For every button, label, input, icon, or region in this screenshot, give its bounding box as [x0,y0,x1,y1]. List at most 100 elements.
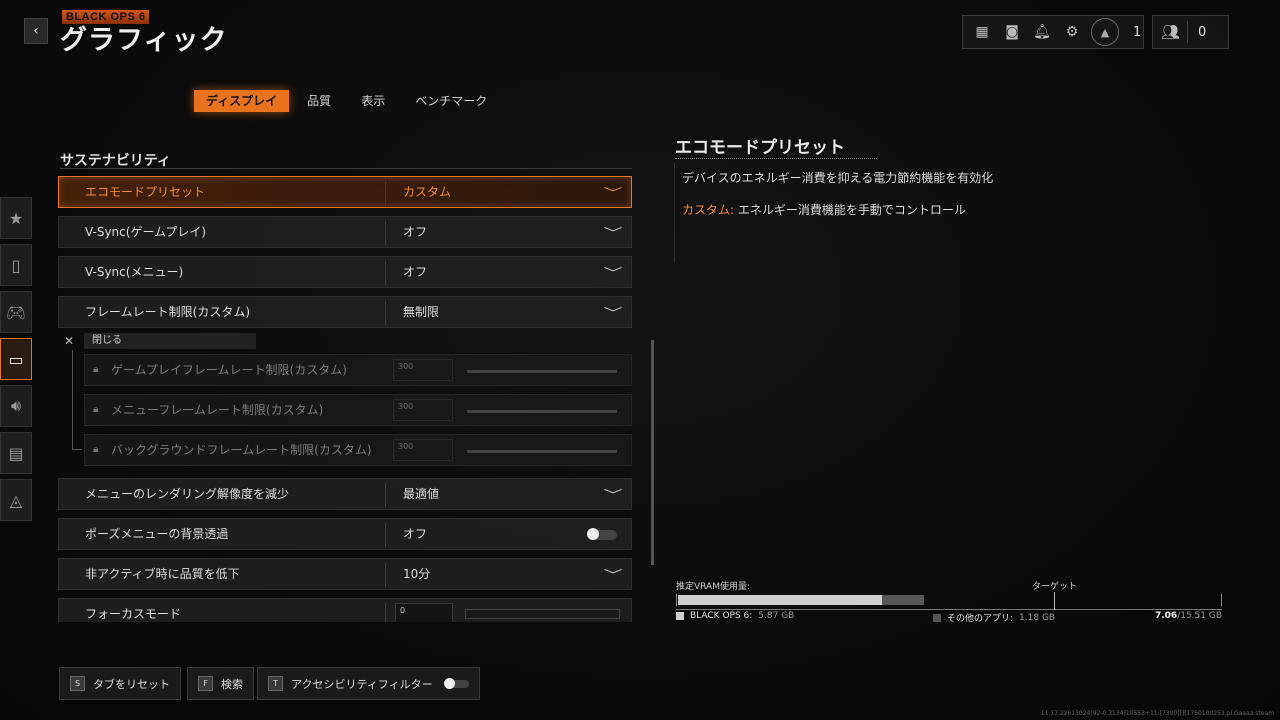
setting-label: フレームレート制限(カスタム) [85,305,251,319]
reset-tab-button[interactable]: S タブをリセット [59,667,181,700]
chevron-down-icon: ﹀ [603,226,623,240]
vram-fill-game [678,595,882,605]
setting-value: 10分 [403,567,431,581]
button-label: 検索 [221,677,243,691]
back-button[interactable]: ‹ [24,18,48,44]
fps-slider [467,450,617,453]
friends-button[interactable]: 👥︎ 0 [1152,15,1229,49]
subsetting-background-fps: 🔒︎ バックグラウンドフレームレート制限(カスタム) 300 [84,434,632,466]
fps-value: 300 [393,439,453,461]
rank-icon[interactable]: ▲ [1091,18,1119,46]
tab-display[interactable]: ディスプレイ [194,90,290,112]
setting-label: ポーズメニューの背景透過 [85,527,229,541]
lock-icon: 🔒︎ [93,364,99,375]
chevron-down-icon: ﹀ [603,488,623,502]
star-icon: ★ [8,208,24,228]
toggle-knob [443,677,455,689]
legend-name: BLACK OPS 6: [690,611,753,621]
setting-label: V-Sync(メニュー) [85,265,184,279]
tab-bar: ディスプレイ 品質 表示 ベンチマーク [194,90,505,112]
subsetting-menu-fps: 🔒︎ メニューフレームレート制限(カスタム) 300 [84,394,632,426]
legend-value: 5.87 GB [758,611,795,621]
button-label: アクセシビリティフィルター [291,677,433,691]
bell-icon[interactable]: 🔔︎ [1029,19,1055,45]
description-text: デバイスのエネルギー消費を抑える電力節約機能を有効化 [682,171,994,185]
vram-target-label: ターゲット [1032,582,1078,592]
setting-label: バックグラウンドフレームレート制限(カスタム) [111,443,372,457]
setting-menu-render-resolution[interactable]: メニューのレンダリング解像度を減少 最適値 ﹀ [58,478,632,510]
speaker-icon: 🔊︎ [10,396,22,415]
description-highlight: カスタム: [682,203,735,217]
vram-fill-other [882,595,924,605]
vram-total: 7.06/15.51 GB [1150,611,1222,621]
description-underline [675,158,877,159]
divider [385,603,386,622]
setting-label: V-Sync(ゲームプレイ) [85,225,207,239]
sidebar-item-controller[interactable]: 🎮︎ [0,291,32,333]
vram-baseline [676,609,1222,610]
vram-label: 推定VRAM使用量: [676,582,750,592]
divider [385,261,386,285]
setting-pause-menu-transparency[interactable]: ポーズメニューの背景透過 オフ [58,518,632,550]
fps-value: 300 [393,359,453,381]
fps-value: 300 [393,399,453,421]
monitor-icon: ▭ [8,349,24,369]
sidebar-item-graphics[interactable]: ▭ [0,338,32,380]
close-label: 閉じる [84,333,256,349]
setting-vsync-menu[interactable]: V-Sync(メニュー) オフ ﹀ [58,256,632,288]
settings-scrollbar[interactable] [651,340,654,565]
top-icon-bar: ▦ ◙ 🔔︎ ⚙ ▲ 1 [962,15,1144,49]
tab-quality[interactable]: 品質 [295,90,343,112]
divider [385,301,386,325]
gamepad-icon: 🎮︎ [5,302,27,322]
divider [385,181,386,205]
setting-focus-mode[interactable]: フォーカスモード 0 [58,598,632,622]
setting-label: エコモードプリセット [85,185,206,199]
setting-value: オフ [403,527,428,541]
legend-value: 1.18 GB [1019,612,1056,623]
transparency-toggle[interactable] [587,528,617,540]
sidebar-item-interface[interactable]: ▤ [0,432,32,474]
sidebar-item-audio[interactable]: 🔊︎ [0,385,32,427]
category-sidebar: ★ ▯ 🎮︎ ▭ 🔊︎ ▤ ◬ [0,197,32,526]
setting-label: メニューフレームレート制限(カスタム) [111,403,324,417]
sidebar-item-mouse[interactable]: ▯ [0,244,32,286]
close-icon: ✕ [64,334,75,348]
accessibility-filter-toggle[interactable] [443,677,469,689]
page-title: グラフィック [60,25,228,56]
keybind-badge: T [268,676,283,691]
sidebar-item-network[interactable]: ◬ [0,479,32,521]
setting-inactive-quality[interactable]: 非アクティブ時に品質を低下 10分 ﹀ [58,558,632,590]
setting-vsync-gameplay[interactable]: V-Sync(ゲームプレイ) オフ ﹀ [58,216,632,248]
description-title: エコモードプリセット [675,138,845,158]
tab-view[interactable]: 表示 [349,90,397,112]
tab-benchmark[interactable]: ベンチマーク [403,90,499,112]
setting-eco-preset[interactable]: エコモードプリセット カスタム ﹀ [58,176,632,208]
search-button[interactable]: F 検索 [187,667,254,700]
setting-value: オフ [403,265,428,279]
setting-framerate-limit[interactable]: フレームレート制限(カスタム) 無制限 ﹀ [58,296,632,328]
gear-icon[interactable]: ⚙ [1059,19,1085,45]
sidebar-item-favorites[interactable]: ★ [0,197,32,239]
network-icon: ◬ [9,490,23,510]
collapse-subsettings[interactable]: ✕ 閉じる [64,332,256,350]
keybind-badge: F [198,676,213,691]
divider [385,523,386,547]
description-detail-text: エネルギー消費機能を手動でコントロール [734,203,966,217]
divider [385,483,386,507]
legend-name: その他のアプリ: [947,614,1014,624]
section-title: サステナビリティ [60,153,171,169]
theater-icon[interactable]: ◙ [999,19,1025,45]
legend-swatch [933,613,941,622]
setting-value: オフ [403,225,428,239]
focus-mode-input[interactable]: 0 [395,603,453,622]
setting-label: フォーカスモード [85,607,182,621]
setting-value: 最適値 [403,487,440,501]
description-detail: カスタム: エネルギー消費機能を手動でコントロール [682,201,966,218]
grid-icon[interactable]: ▦ [969,19,995,45]
focus-mode-slider[interactable] [465,609,620,619]
divider [385,563,386,587]
setting-label: メニューのレンダリング解像度を減少 [85,487,290,501]
accessibility-filter-button[interactable]: T アクセシビリティフィルター [257,667,480,700]
button-label: タブをリセット [93,677,170,691]
